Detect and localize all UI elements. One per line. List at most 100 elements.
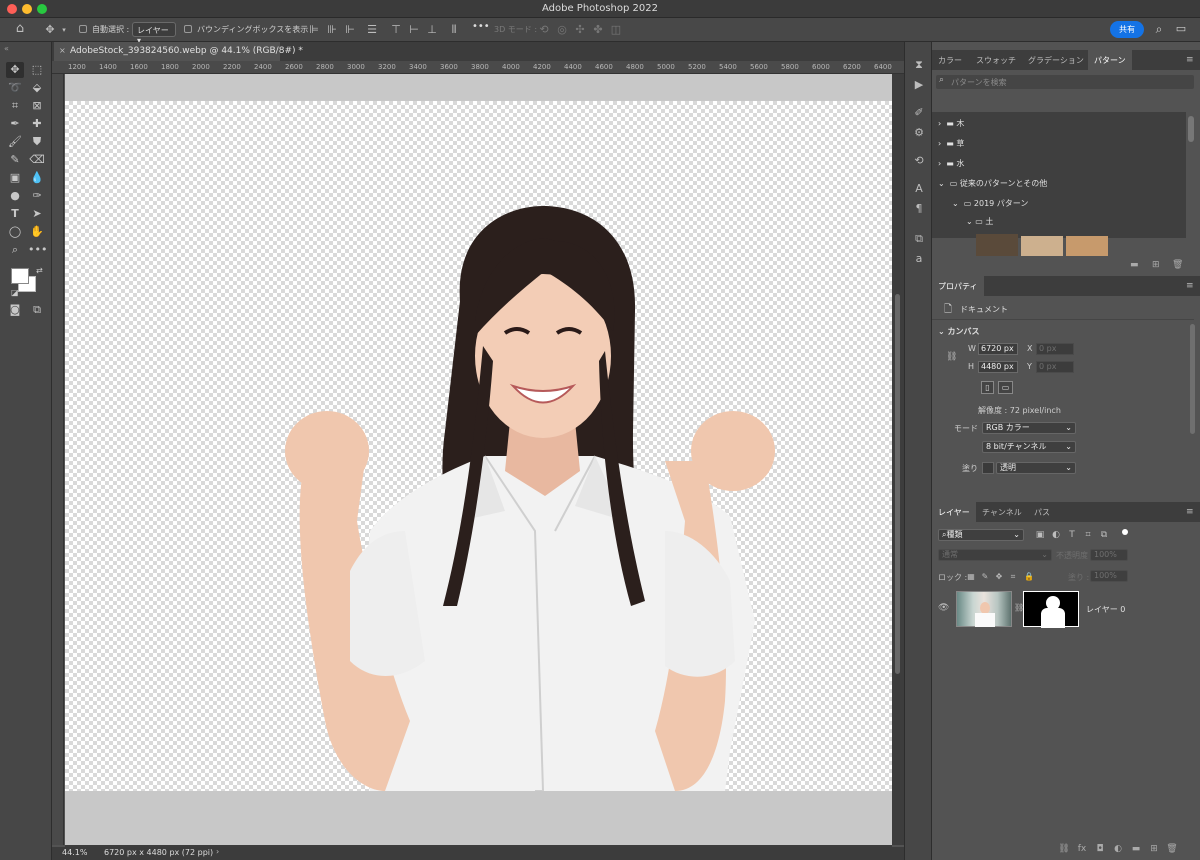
lasso-tool-icon[interactable]: ➰ [6,80,24,96]
brush-tool-icon[interactable]: 🖌 [6,134,24,150]
adjustments-icon[interactable]: ⚙ [911,126,927,140]
filter-adjustment-icon[interactable]: ◐ [1050,528,1062,542]
tab-swatches[interactable]: スウォッチ [970,50,1022,70]
orbit-3d-icon[interactable]: ⟲ [538,23,550,37]
quick-mask-icon[interactable]: ◙ [6,302,24,318]
properties-scrollbar[interactable] [1190,324,1195,434]
lock-transparent-icon[interactable]: ▦ [966,570,976,584]
crop-tool-icon[interactable]: ⌗ [6,98,24,114]
healing-brush-tool-icon[interactable]: ✚ [28,116,46,132]
panel-menu-icon[interactable]: ≡ [1186,507,1194,517]
lock-position-icon[interactable]: ✥ [994,570,1004,584]
new-pattern-icon[interactable]: ⊞ [1152,260,1160,270]
pattern-search-input[interactable]: ⌕ パターンを検索 [936,75,1194,89]
pattern-swatch-sand[interactable] [1021,236,1063,256]
more-options-icon[interactable]: ••• [472,21,490,32]
eyedropper-tool-icon[interactable]: ✒ [6,116,24,132]
distribute-horizontal-icon[interactable]: ⫴ [448,23,460,37]
marquee-tool-icon[interactable]: ⬚ [28,62,46,78]
panel-menu-icon[interactable]: ≡ [1186,281,1194,291]
canvas-height-field[interactable]: 4480 px [978,361,1018,373]
tab-patterns[interactable]: パターン [1088,50,1132,70]
delete-layer-icon[interactable]: 🗑 [1166,842,1178,856]
pattern-swatch-dark-soil[interactable] [976,236,1018,256]
paragraph-panel-icon[interactable]: ¶ [911,202,927,216]
roll-3d-icon[interactable]: ◎ [556,23,568,37]
default-colors-icon[interactable]: ◪ [11,288,19,297]
filter-toggle-icon[interactable] [1122,529,1128,535]
share-button[interactable]: 共有 [1110,21,1144,38]
layer-mask-thumbnail[interactable] [1023,591,1079,628]
document-canvas[interactable] [65,101,892,791]
new-group-icon[interactable]: ▬ [1130,842,1142,856]
canvas-y-field[interactable]: 0 px [1036,361,1074,373]
canvas-x-field[interactable]: 0 px [1036,343,1074,355]
portrait-orientation-icon[interactable]: ▯ [981,381,994,394]
character-styles-icon[interactable]: a [911,252,927,266]
lock-artboard-icon[interactable]: ⌗ [1008,570,1018,584]
tab-gradients[interactable]: グラデーション [1022,50,1090,70]
new-layer-icon[interactable]: ⊞ [1148,842,1160,856]
slide-3d-icon[interactable]: ✤ [592,23,604,37]
canvas-width-field[interactable]: 6720 px [978,343,1018,355]
pan-3d-icon[interactable]: ✣ [574,23,586,37]
scale-3d-icon[interactable]: ◫ [610,23,622,37]
move-tool-icon[interactable]: ✥ [6,62,24,78]
eraser-tool-icon[interactable]: ⌫ [28,152,46,168]
canvas-section-header[interactable]: ⌄ カンバス [938,326,980,337]
blur-tool-icon[interactable]: 💧 [28,170,46,186]
tab-channels[interactable]: チャンネル [976,502,1028,522]
tab-properties[interactable]: プロパティ [932,276,984,296]
layer-name[interactable]: レイヤー 0 [1086,604,1125,615]
filter-smart-object-icon[interactable]: ⧉ [1098,528,1110,542]
opacity-field[interactable]: 100% [1090,549,1128,561]
lock-image-icon[interactable]: ✎ [980,570,990,584]
link-layers-icon[interactable]: ⛓ [1058,842,1070,856]
align-center-icon[interactable]: ⊪ [326,23,338,37]
object-select-tool-icon[interactable]: ⬙ [28,80,46,96]
align-middle-icon[interactable]: ⊢ [408,23,420,37]
workspace-icon[interactable]: ▭ [1174,22,1188,36]
stamp-tool-icon[interactable]: ⛊ [28,134,46,150]
pattern-list-scrollbar[interactable] [1188,116,1194,142]
add-mask-icon[interactable]: ◘ [1094,842,1106,856]
zoom-level[interactable]: 44.1% [62,848,87,857]
history-brush-tool-icon[interactable]: ✎ [6,152,24,168]
dodge-tool-icon[interactable]: ● [6,188,24,204]
pattern-swatch-clay[interactable] [1066,236,1108,256]
pattern-group-legacy[interactable]: ⌄ ▭ 従来のパターンとその他 [938,178,1047,189]
filter-pixel-icon[interactable]: ▣ [1034,528,1046,542]
filter-type-icon[interactable]: T [1066,528,1078,542]
layer-thumbnail[interactable] [956,591,1012,627]
tool-preset-chevron-icon[interactable]: ▾ [60,23,68,37]
delete-pattern-icon[interactable]: 🗑 [1172,260,1183,270]
edit-toolbar-icon[interactable]: ••• [28,242,47,258]
move-tool-icon[interactable]: ✥ [42,23,58,37]
mask-link-icon[interactable]: ⛓ [1014,601,1024,615]
tab-color[interactable]: カラー [932,50,968,70]
pen-tool-icon[interactable]: ✑ [28,188,46,204]
blend-mode-select[interactable]: 通常 ⌄ [938,549,1052,561]
bit-depth-select[interactable]: 8 bit/チャンネル ⌄ [982,441,1076,453]
align-bottom-icon[interactable]: ⊥ [426,23,438,37]
screen-mode-icon[interactable]: ⧉ [28,302,46,318]
status-menu-chevron-icon[interactable]: › [216,847,219,856]
fill-select[interactable]: 透明 ⌄ [996,462,1076,474]
gradient-tool-icon[interactable]: ▣ [6,170,24,186]
link-dimensions-icon[interactable]: ⛓ [946,352,957,362]
type-tool-icon[interactable]: T [6,206,24,222]
home-icon[interactable]: ⌂ [12,22,28,36]
path-select-tool-icon[interactable]: ➤ [28,206,46,222]
align-top-icon[interactable]: ⊤ [390,23,402,37]
clone-source-icon[interactable]: ⟲ [911,154,927,168]
tab-paths[interactable]: パス [1028,502,1056,522]
lock-all-icon[interactable]: 🔒 [1024,570,1034,584]
layer-filter-kind-select[interactable]: ⌕種類 ⌄ [938,529,1024,541]
color-mode-select[interactable]: RGB カラー ⌄ [982,422,1076,434]
zoom-tool-icon[interactable]: ⌕ [6,242,24,258]
hand-tool-icon[interactable]: ✋ [28,224,46,240]
show-bounding-box-checkbox[interactable] [184,25,192,33]
layer-style-fx-icon[interactable]: fx [1076,842,1088,856]
align-right-icon[interactable]: ⊩ [344,23,356,37]
history-panel-icon[interactable]: ⧗ [911,58,927,72]
